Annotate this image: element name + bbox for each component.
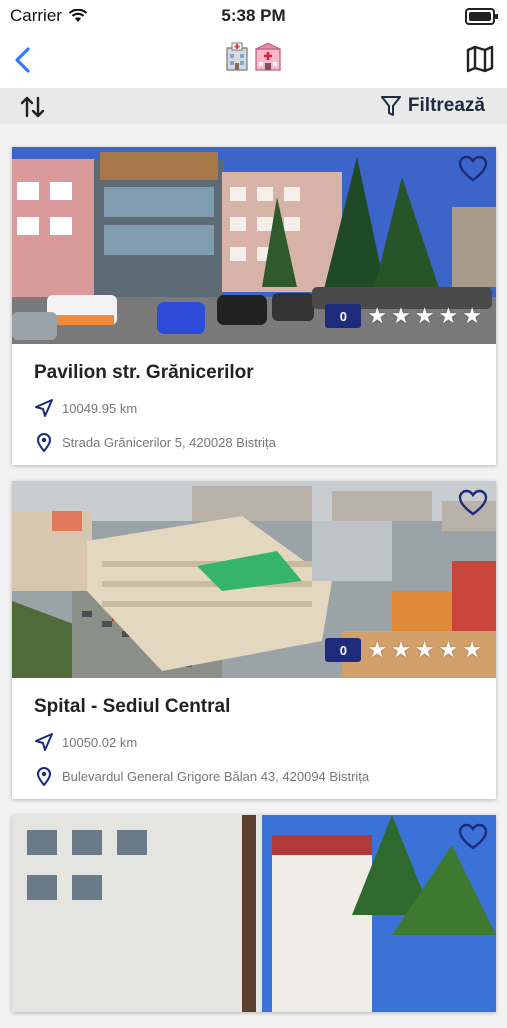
rating-badge: 0 — [325, 638, 362, 662]
star-icon: ★ — [391, 303, 411, 328]
filter-label: Filtrează — [407, 95, 485, 116]
location-pin-icon — [36, 433, 52, 452]
status-bar: Carrier 5:38 PM — [0, 0, 507, 32]
back-icon[interactable] — [8, 40, 40, 80]
star-icon: ★ — [414, 637, 435, 662]
filter-icon — [380, 96, 401, 116]
location-photo — [12, 815, 496, 1012]
location-list[interactable]: 0 ★ ★ ★ ★ ★ Pavilion str. Grănicerilor 1… — [12, 147, 496, 1028]
star-icon: ★ — [438, 303, 459, 328]
address-row: Strada Grănicerilor 5, 420028 Bistrița — [34, 432, 474, 452]
address-row: Bulevardul General Grigore Bălan 43, 420… — [34, 766, 474, 786]
sort-icon[interactable] — [18, 92, 48, 122]
toolbar: Filtrează — [0, 88, 507, 124]
location-card[interactable] — [12, 815, 496, 1012]
star-icon: ★ — [438, 637, 459, 662]
location-title: Pavilion str. Grănicerilor — [34, 362, 254, 383]
location-card[interactable]: 0 ★ ★ ★ ★ ★ Pavilion str. Grănicerilor 1… — [12, 147, 496, 465]
hospital-logo-icon — [224, 42, 284, 76]
location-photo: 0 ★ ★ ★ ★ ★ — [12, 147, 496, 344]
location-pin-icon — [36, 767, 52, 786]
location-card[interactable]: 0 ★ ★ ★ ★ ★ Spital - Sediul Central 1005… — [12, 481, 496, 799]
address-text: Strada Grănicerilor 5, 420028 Bistrița — [62, 434, 276, 450]
star-icon: ★ — [414, 303, 435, 328]
heart-icon[interactable] — [458, 155, 488, 183]
star-icon: ★ — [367, 303, 388, 328]
location-title: Spital - Sediul Central — [34, 696, 231, 717]
map-icon[interactable] — [463, 42, 497, 76]
filter-button[interactable]: Filtrează — [380, 93, 485, 119]
distance-text: 10050.02 km — [62, 734, 138, 750]
distance-row: 10049.95 km — [34, 398, 474, 418]
distance-row: 10050.02 km — [34, 732, 474, 752]
rating-bar: 0 ★ ★ ★ ★ ★ — [325, 638, 482, 662]
address-text: Bulevardul General Grigore Bălan 43, 420… — [62, 768, 370, 784]
star-icon: ★ — [462, 637, 482, 662]
navigation-arrow-icon — [35, 733, 53, 751]
star-icon: ★ — [367, 637, 388, 662]
location-photo: 0 ★ ★ ★ ★ ★ — [12, 481, 496, 678]
star-icon: ★ — [462, 303, 482, 328]
rating-bar: 0 ★ ★ ★ ★ ★ — [325, 304, 482, 328]
nav-bar — [0, 32, 507, 88]
star-icon: ★ — [391, 637, 411, 662]
navigation-arrow-icon — [35, 399, 53, 417]
heart-icon[interactable] — [458, 823, 488, 851]
clock: 5:38 PM — [221, 6, 286, 25]
card-body: Pavilion str. Grănicerilor 10049.95 km S… — [12, 344, 496, 465]
heart-icon[interactable] — [458, 489, 488, 517]
card-body: Spital - Sediul Central 10050.02 km Bule… — [12, 678, 496, 799]
rating-badge: 0 — [325, 304, 362, 328]
distance-text: 10049.95 km — [62, 400, 138, 416]
battery-icon — [465, 8, 498, 25]
